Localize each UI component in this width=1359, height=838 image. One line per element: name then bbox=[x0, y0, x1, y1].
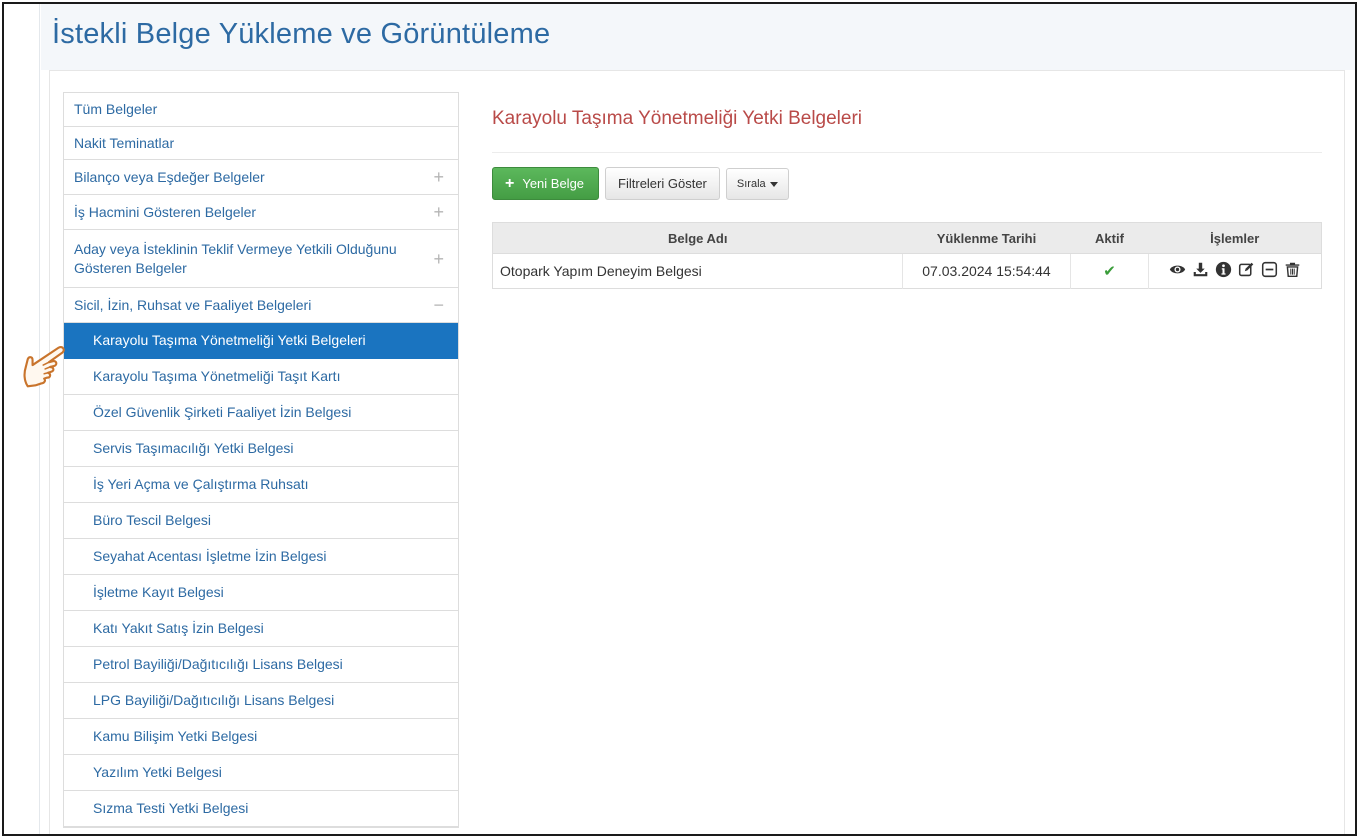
sidebar-subitem-active[interactable]: Karayolu Taşıma Yönetmeliği Yetki Belgel… bbox=[64, 323, 458, 359]
sidebar-subitem-label: Katı Yakıt Satış İzin Belgesi bbox=[93, 620, 264, 636]
trash-icon[interactable] bbox=[1284, 261, 1301, 278]
sidebar-item-label: Tüm Belgeler bbox=[74, 101, 158, 117]
page-title: İstekli Belge Yükleme ve Görüntüleme bbox=[52, 18, 551, 50]
caret-down-icon bbox=[769, 181, 778, 187]
sort-dropdown-button[interactable]: Sırala bbox=[725, 168, 789, 200]
collapse-icon[interactable] bbox=[1261, 261, 1278, 278]
heading-divider bbox=[492, 152, 1322, 153]
sidebar-item-label: İş Hacmini Gösteren Belgeler bbox=[74, 203, 257, 220]
sidebar-item-cash-guarantees[interactable]: Nakit Teminatlar bbox=[64, 127, 458, 160]
sidebar-subitem[interactable]: Kamu Bilişim Yetki Belgesi bbox=[64, 719, 458, 755]
sidebar-subitem[interactable]: Karayolu Taşıma Yönetmeliği Taşıt Kartı bbox=[64, 359, 458, 395]
sidebar-item-label: Aday veya İsteklinin Teklif Vermeye Yetk… bbox=[74, 240, 397, 276]
document-toolbar: + Yeni Belge Filtreleri Göster Sırala bbox=[492, 167, 789, 200]
sidebar-subitem[interactable]: LPG Bayiliği/Dağıtıcılığı Lisans Belgesi bbox=[64, 683, 458, 719]
sidebar-subitem-label: Petrol Bayiliği/Dağıtıcılığı Lisans Belg… bbox=[93, 656, 343, 672]
new-document-label: Yeni Belge bbox=[522, 176, 585, 191]
download-icon[interactable] bbox=[1192, 261, 1209, 278]
expand-plus-icon[interactable]: + bbox=[433, 203, 444, 221]
sidebar-item-business-volume[interactable]: İş Hacmini Gösteren Belgeler + bbox=[64, 195, 458, 230]
document-category-sidebar: Tüm Belgeler Nakit Teminatlar Bilanço ve… bbox=[63, 92, 459, 828]
sidebar-subitem[interactable]: Yazılım Yetki Belgesi bbox=[64, 755, 458, 791]
section-heading: Karayolu Taşıma Yönetmeliği Yetki Belgel… bbox=[492, 108, 863, 129]
eye-icon[interactable] bbox=[1169, 261, 1186, 278]
documents-table: Belge Adı Yüklenme Tarihi Aktif İşlemler… bbox=[492, 222, 1322, 289]
sidebar-subitem-label: Büro Tescil Belgesi bbox=[93, 512, 212, 528]
left-gutter bbox=[4, 4, 40, 834]
sidebar-subitem-label: Seyahat Acentası İşletme İzin Belgesi bbox=[93, 548, 327, 564]
document-name-cell: Otopark Yapım Deneyim Belgesi bbox=[492, 253, 903, 289]
sidebar-subitem-label: Karayolu Taşıma Yönetmeliği Taşıt Kartı bbox=[93, 368, 341, 384]
sidebar-item-all-documents[interactable]: Tüm Belgeler bbox=[64, 93, 458, 127]
table-row: Otopark Yapım Deneyim Belgesi 07.03.2024… bbox=[492, 253, 1322, 289]
sidebar-subitem-label: LPG Bayiliği/Dağıtıcılığı Lisans Belgesi bbox=[93, 692, 335, 708]
sidebar-subitem[interactable]: Katı Yakıt Satış İzin Belgesi bbox=[64, 611, 458, 647]
upload-date-cell: 07.03.2024 15:54:44 bbox=[902, 253, 1071, 289]
expand-plus-icon[interactable]: + bbox=[433, 250, 444, 268]
sidebar-subitem[interactable]: Sızma Testi Yetki Belgesi bbox=[64, 791, 458, 827]
sidebar-subitem[interactable]: Seyahat Acentası İşletme İzin Belgesi bbox=[64, 539, 458, 575]
sidebar-item-label: Bilanço veya Eşdeğer Belgeler bbox=[74, 168, 265, 185]
sidebar-subitem-label: Özel Güvenlik Şirketi Faaliyet İzin Belg… bbox=[93, 404, 352, 420]
show-filters-button[interactable]: Filtreleri Göster bbox=[605, 167, 720, 200]
sidebar-item-balance-sheet[interactable]: Bilanço veya Eşdeğer Belgeler + bbox=[64, 160, 458, 195]
column-header-active[interactable]: Aktif bbox=[1070, 222, 1149, 254]
sidebar-subitem-label: Servis Taşımacılığı Yetki Belgesi bbox=[93, 440, 294, 456]
sidebar-item-label: Nakit Teminatlar bbox=[74, 134, 175, 151]
collapse-minus-icon[interactable]: − bbox=[433, 296, 444, 314]
sidebar-item-label: Sicil, İzin, Ruhsat ve Faaliyet Belgeler… bbox=[74, 296, 312, 313]
column-header-actions: İşlemler bbox=[1148, 222, 1322, 254]
plus-icon: + bbox=[505, 174, 515, 192]
sidebar-subitem-label: Karayolu Taşıma Yönetmeliği Yetki Belgel… bbox=[93, 332, 366, 348]
pointing-hand-icon bbox=[23, 346, 65, 388]
sidebar-subitem[interactable]: İş Yeri Açma ve Çalıştırma Ruhsatı bbox=[64, 467, 458, 503]
actions-cell bbox=[1148, 253, 1322, 289]
info-icon[interactable] bbox=[1215, 261, 1232, 278]
sidebar-subitem[interactable]: Servis Taşımacılığı Yetki Belgesi bbox=[64, 431, 458, 467]
sort-label: Sırala bbox=[736, 178, 766, 190]
sidebar-subitem[interactable]: Özel Güvenlik Şirketi Faaliyet İzin Belg… bbox=[64, 395, 458, 431]
sidebar-item-authorization-documents[interactable]: Aday veya İsteklinin Teklif Vermeye Yetk… bbox=[64, 230, 458, 288]
sidebar-subitem-label: Kamu Bilişim Yetki Belgesi bbox=[93, 728, 258, 744]
sidebar-item-registry-permits[interactable]: Sicil, İzin, Ruhsat ve Faaliyet Belgeler… bbox=[64, 288, 458, 323]
expand-plus-icon[interactable]: + bbox=[433, 168, 444, 186]
new-document-button[interactable]: + Yeni Belge bbox=[492, 167, 600, 200]
check-icon: ✔ bbox=[1103, 263, 1116, 280]
sidebar-subitem-label: İşletme Kayıt Belgesi bbox=[93, 584, 224, 600]
active-cell: ✔ bbox=[1070, 253, 1149, 289]
edit-icon[interactable] bbox=[1238, 261, 1255, 278]
sidebar-subitem[interactable]: İşletme Kayıt Belgesi bbox=[64, 575, 458, 611]
sidebar-subitem-label: İş Yeri Açma ve Çalıştırma Ruhsatı bbox=[93, 476, 309, 492]
sidebar-subitem-label: Sızma Testi Yetki Belgesi bbox=[93, 800, 249, 816]
column-header-date[interactable]: Yüklenme Tarihi bbox=[902, 222, 1071, 254]
sidebar-subitem[interactable]: Petrol Bayiliği/Dağıtıcılığı Lisans Belg… bbox=[64, 647, 458, 683]
column-header-name[interactable]: Belge Adı bbox=[492, 222, 903, 254]
sidebar-subitem[interactable]: Büro Tescil Belgesi bbox=[64, 503, 458, 539]
table-header-row: Belge Adı Yüklenme Tarihi Aktif İşlemler bbox=[492, 222, 1322, 254]
sidebar-subitem-label: Yazılım Yetki Belgesi bbox=[93, 764, 222, 780]
